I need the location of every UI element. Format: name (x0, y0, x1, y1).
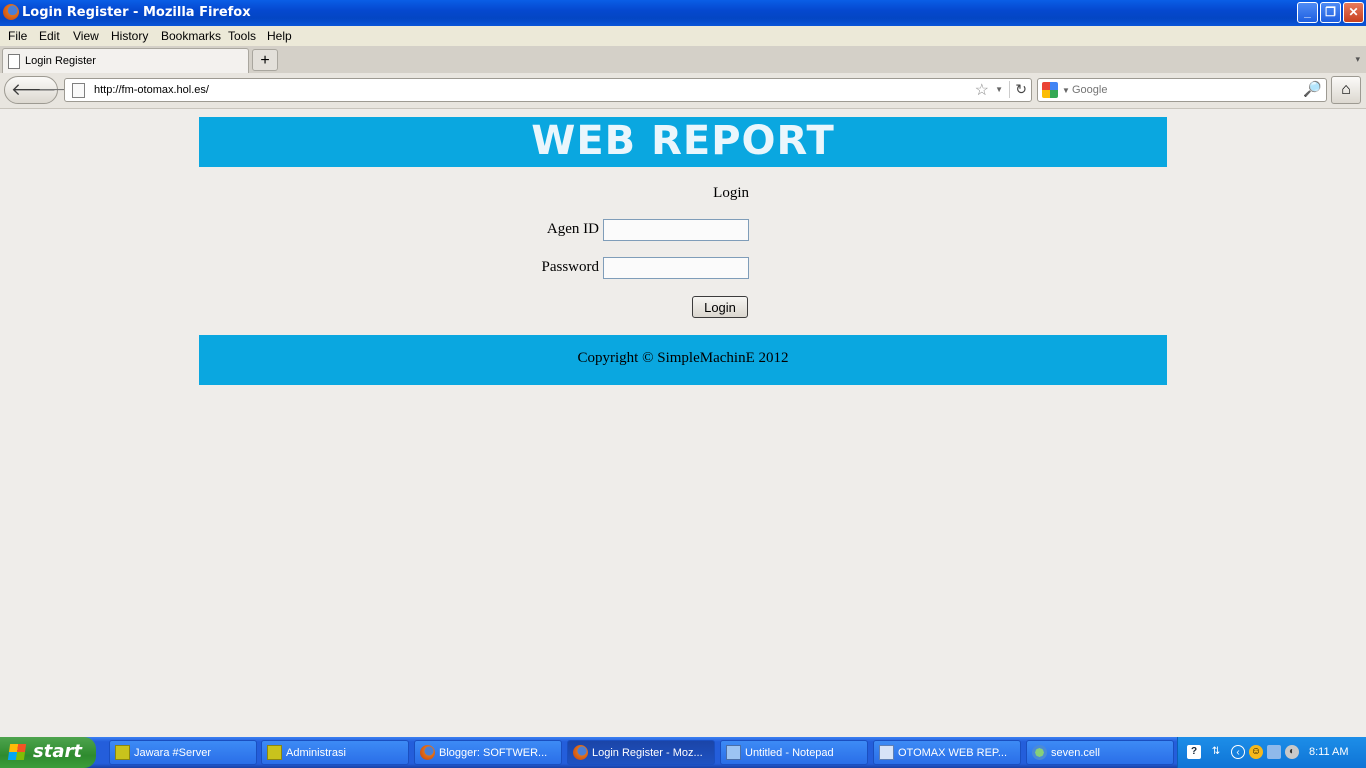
menu-history[interactable]: History (111, 29, 148, 43)
menu-bookmarks[interactable]: Bookmarks (161, 29, 221, 43)
search-bar[interactable]: ▼ 🔎 (1037, 78, 1327, 102)
tab-label: Login Register (25, 55, 96, 67)
window-title: Login Register - Mozilla Firefox (22, 5, 251, 20)
taskbar-item-notepad[interactable]: Untitled - Notepad (720, 740, 868, 765)
home-icon: ⌂ (1341, 81, 1351, 98)
page-icon (8, 54, 20, 69)
taskbar-item-label: Login Register - Moz... (592, 747, 703, 759)
tab-login-register[interactable]: Login Register (2, 48, 249, 73)
url-bar[interactable]: http://fm-otomax.hol.es/ ☆ ▼ ↻ (64, 78, 1032, 102)
taskbar-item-login-register[interactable]: Login Register - Moz... (567, 740, 715, 765)
tab-strip: Login Register + ▾ (0, 46, 1366, 74)
reload-icon[interactable]: ↻ (1009, 81, 1027, 98)
taskbar-item-jawara-server[interactable]: Jawara #Server (109, 740, 257, 765)
network-icon (1032, 745, 1047, 760)
network-connection-icon[interactable]: ⇅ (1209, 745, 1223, 759)
taskbar-item-blogger[interactable]: Blogger: SOFTWER... (414, 740, 562, 765)
menu-file[interactable]: File (8, 29, 27, 43)
site-footer: Copyright © SimpleMachinE 2012 (199, 335, 1167, 385)
login-heading: Login (713, 185, 749, 201)
messenger-icon[interactable]: ☺ (1249, 745, 1263, 759)
jawara-icon (267, 745, 282, 760)
menu-view[interactable]: View (73, 29, 99, 43)
clock[interactable]: 8:11 AM (1309, 746, 1349, 758)
firefox-icon (420, 745, 435, 760)
agen-id-input[interactable] (603, 219, 749, 241)
taskbar-item-label: OTOMAX WEB REP... (898, 747, 1008, 759)
taskbar: start Jawara #Server Administrasi Blogge… (0, 737, 1366, 768)
restore-button[interactable]: ❐ (1320, 2, 1341, 23)
site-header-banner: WEB REPORT (199, 117, 1167, 167)
show-hidden-icons-chevron-icon[interactable]: ‹ (1231, 745, 1245, 759)
bookmark-star-icon[interactable]: ☆ (975, 80, 989, 100)
minimize-button[interactable]: _ (1297, 2, 1318, 23)
url-text[interactable]: http://fm-otomax.hol.es/ (94, 84, 209, 96)
new-tab-button[interactable]: + (252, 49, 278, 71)
taskbar-item-seven-cell[interactable]: seven.cell (1026, 740, 1174, 765)
window-icon (879, 745, 894, 760)
network-status-icon[interactable] (1267, 745, 1281, 759)
taskbar-item-label: seven.cell (1051, 747, 1100, 759)
system-tray: ? ⇅ ‹ ☺ ◐ 8:11 AM (1177, 737, 1366, 768)
taskbar-item-label: Untitled - Notepad (745, 747, 834, 759)
notepad-icon (726, 745, 741, 760)
close-button[interactable]: ✕ (1343, 2, 1364, 23)
taskbar-item-otomax-web-report[interactable]: OTOMAX WEB REP... (873, 740, 1021, 765)
menu-edit[interactable]: Edit (39, 29, 60, 43)
site-header-title: WEB REPORT (531, 118, 835, 164)
start-label: start (33, 741, 82, 762)
taskbar-item-administrasi[interactable]: Administrasi (261, 740, 409, 765)
search-magnifier-icon[interactable]: 🔎 (1303, 80, 1322, 98)
password-label: Password (541, 259, 599, 275)
history-dropdown-icon[interactable]: ▼ (995, 85, 1003, 94)
search-input[interactable] (1072, 82, 1292, 98)
help-icon[interactable]: ? (1187, 745, 1201, 759)
firefox-icon (573, 745, 588, 760)
start-button[interactable]: start (0, 737, 96, 768)
copyright-text: Copyright © SimpleMachinE 2012 (577, 350, 789, 366)
home-button[interactable]: ⌂ (1331, 76, 1361, 104)
navigation-toolbar: 🡐 🡒 http://fm-otomax.hol.es/ ☆ ▼ ↻ ▼ 🔎 ⌂ (0, 73, 1366, 109)
engine-dropdown-icon[interactable]: ▼ (1062, 86, 1070, 95)
menu-bar: File Edit View History Bookmarks Tools H… (0, 26, 1366, 46)
google-engine-icon[interactable] (1042, 82, 1058, 98)
volume-icon[interactable]: ◐ (1285, 745, 1299, 759)
jawara-icon (115, 745, 130, 760)
windows-logo-icon (7, 744, 27, 760)
title-bar: Login Register - Mozilla Firefox _ ❐ ✕ (0, 0, 1366, 26)
menu-help[interactable]: Help (267, 29, 292, 43)
back-forward-buttons: 🡐 🡒 (4, 76, 76, 104)
taskbar-item-label: Jawara #Server (134, 747, 212, 759)
site-identity-icon[interactable] (72, 83, 85, 98)
menu-tools[interactable]: Tools (228, 29, 256, 43)
password-input[interactable] (603, 257, 749, 279)
agen-id-label: Agen ID (546, 221, 599, 237)
list-tabs-icon[interactable]: ▾ (1355, 54, 1360, 65)
taskbar-item-label: Administrasi (286, 747, 346, 759)
page-content: WEB REPORT Login Agen ID Password Login … (0, 109, 1366, 737)
login-button[interactable]: Login (692, 296, 748, 318)
firefox-icon (3, 4, 19, 20)
taskbar-item-label: Blogger: SOFTWER... (439, 747, 548, 759)
